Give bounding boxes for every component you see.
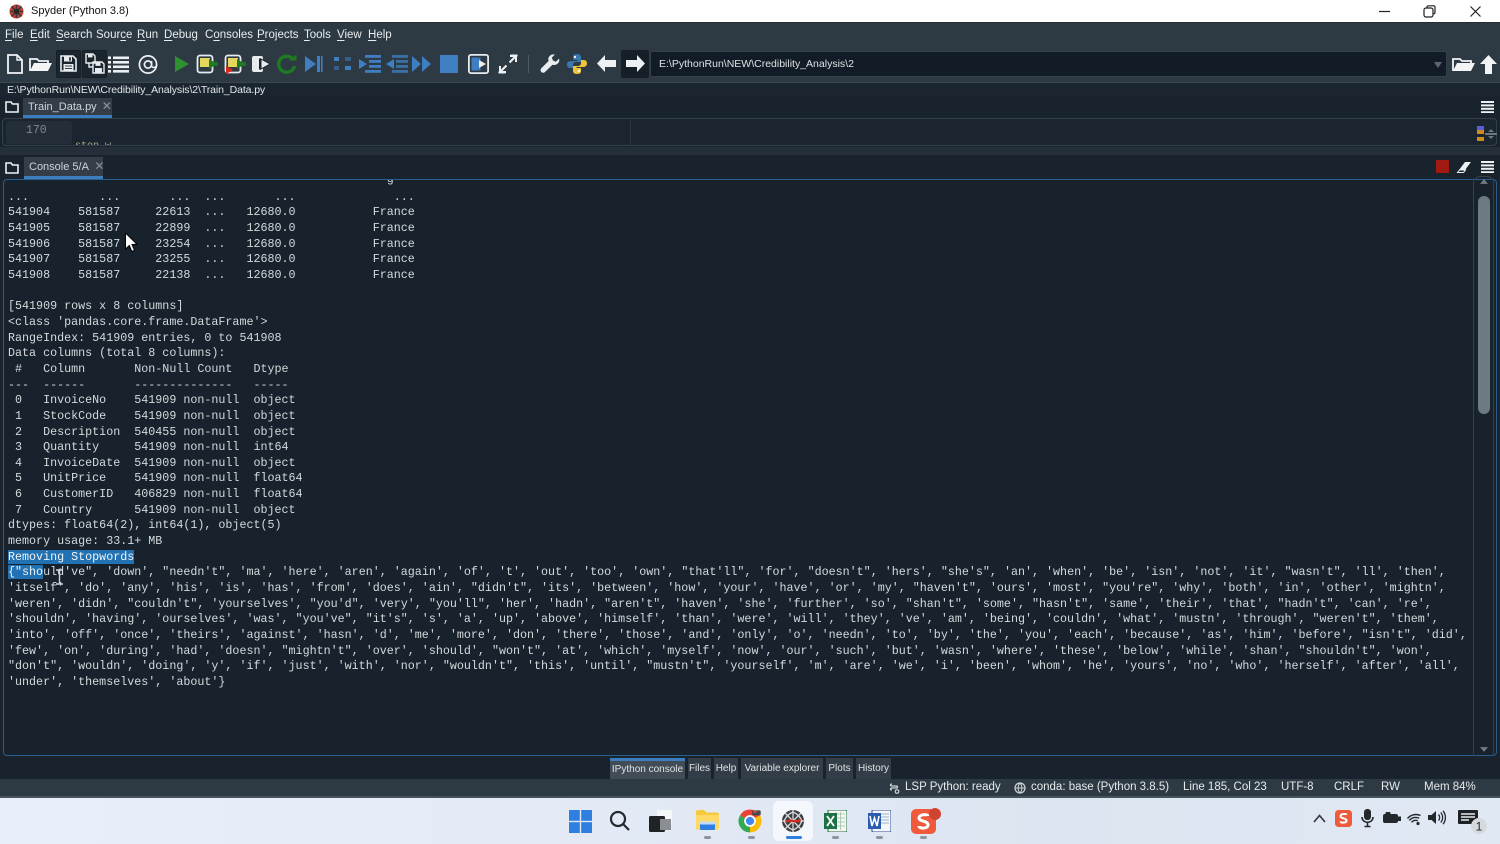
svg-text:1: 1 xyxy=(1476,820,1483,834)
